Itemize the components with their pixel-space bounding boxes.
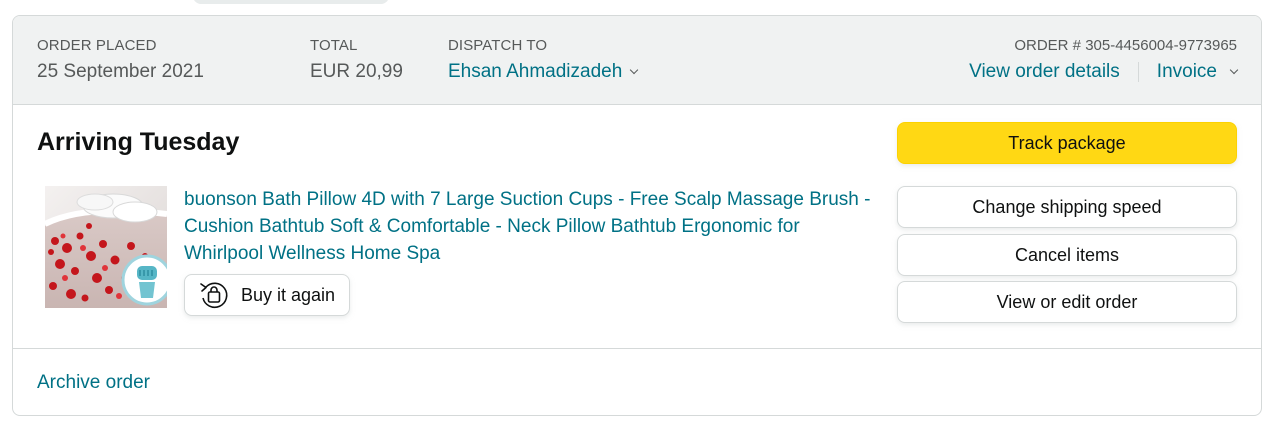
dispatch-label: DISPATCH TO: [448, 37, 548, 54]
track-package-button[interactable]: Track package: [897, 122, 1237, 164]
order-card: ORDER PLACED 25 September 2021 TOTAL EUR…: [12, 15, 1262, 416]
product-title-link[interactable]: buonson Bath Pillow 4D with 7 Large Suct…: [184, 186, 874, 267]
order-placed-label: ORDER PLACED: [37, 37, 157, 54]
dispatch-recipient-name: Ehsan Ahmadizadeh: [448, 61, 623, 82]
buy-again-icon: [200, 282, 228, 309]
order-total: TOTAL EUR 20,99: [310, 36, 403, 84]
buy-again-button[interactable]: Buy it again: [184, 274, 350, 316]
top-tab-edge: [193, 0, 389, 4]
dispatch-to: DISPATCH TO Ehsan Ahmadizadeh: [448, 36, 639, 84]
chevron-down-icon: [630, 65, 639, 74]
invoice-dropdown[interactable]: Invoice: [1156, 60, 1239, 84]
change-shipping-speed-button[interactable]: Change shipping speed: [897, 186, 1237, 228]
buy-again-label: Buy it again: [241, 284, 336, 305]
footer-divider: [13, 348, 1261, 349]
total-value: EUR 20,99: [310, 61, 403, 82]
view-edit-order-button[interactable]: View or edit order: [897, 281, 1237, 323]
cancel-items-button[interactable]: Cancel items: [897, 234, 1237, 276]
order-links: View order details Invoice: [969, 60, 1239, 84]
order-placed: ORDER PLACED 25 September 2021: [37, 36, 204, 84]
view-order-details-link[interactable]: View order details: [969, 60, 1120, 84]
total-label: TOTAL: [310, 37, 358, 54]
invoice-label: Invoice: [1156, 61, 1217, 82]
product-image[interactable]: [45, 186, 167, 308]
link-divider: [1137, 62, 1139, 82]
product-photo: [45, 186, 167, 308]
chevron-down-icon: [1229, 65, 1239, 74]
order-meta: ORDER # 305-4456004-9773965 View order d…: [969, 36, 1239, 84]
dispatch-recipient-dropdown[interactable]: Ehsan Ahmadizadeh: [448, 60, 639, 84]
archive-order-link[interactable]: Archive order: [37, 370, 150, 396]
order-number: ORDER # 305-4456004-9773965: [1014, 37, 1237, 54]
order-header: ORDER PLACED 25 September 2021 TOTAL EUR…: [13, 16, 1261, 105]
delivery-status: Arriving Tuesday: [37, 128, 240, 156]
order-placed-date: 25 September 2021: [37, 61, 204, 82]
